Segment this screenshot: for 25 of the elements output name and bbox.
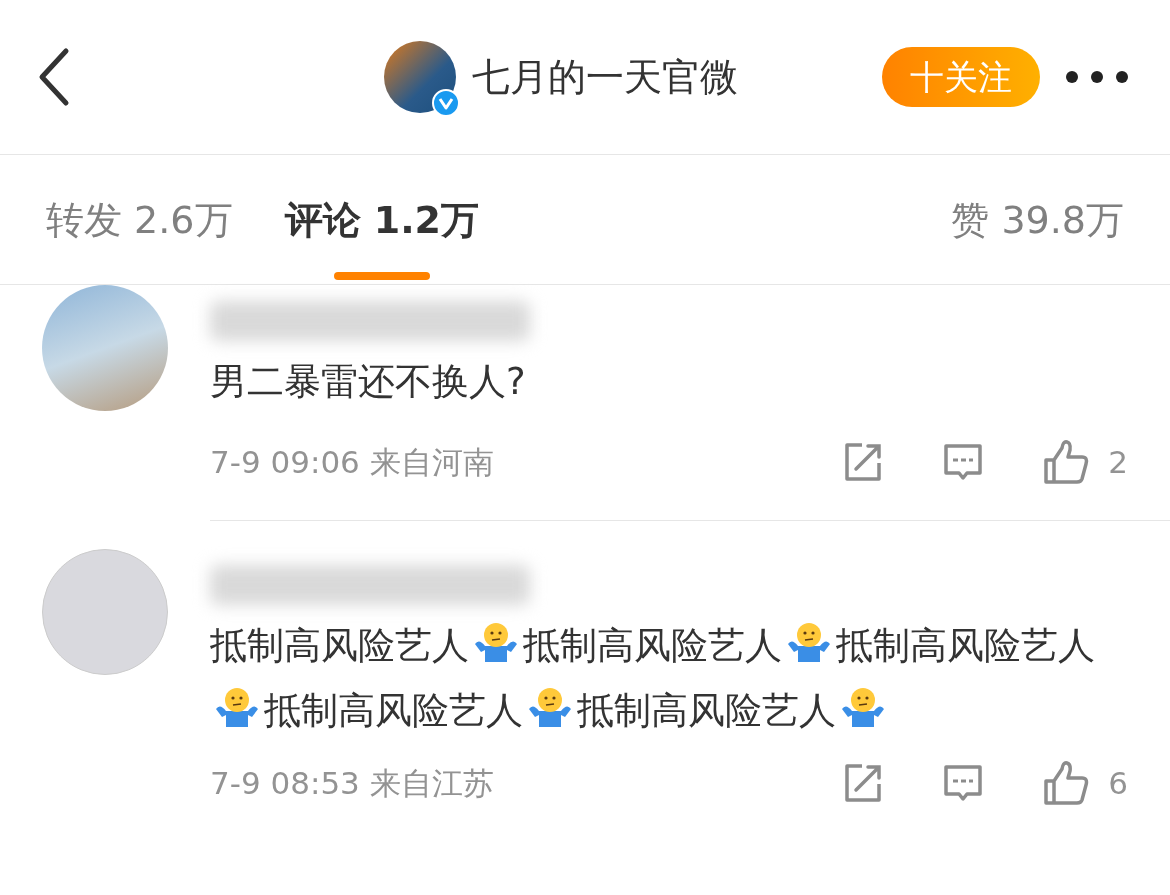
tab[interactable]: 转发 2.6万 <box>46 155 233 284</box>
thumbs-up-icon[interactable] <box>1042 759 1091 807</box>
like-count: 2 <box>1108 442 1128 482</box>
shrug-emoji-icon <box>840 687 886 727</box>
comment-text: 男二暴雷还不换人? <box>210 360 526 403</box>
shrug-emoji-icon <box>527 687 573 727</box>
comment-icon[interactable] <box>942 762 985 804</box>
account-name: 七月的一天官微 <box>472 53 738 101</box>
comment-text: 抵制高风险艺人 <box>577 689 836 732</box>
tab[interactable]: 评论 1.2万 <box>284 155 480 284</box>
comment-text: 抵制高风险艺人 <box>264 689 523 732</box>
comment-text: 抵制高风险艺人 <box>523 624 782 667</box>
comment-text: 抵制高风险艺人 <box>836 624 1095 667</box>
like-count: 6 <box>1108 763 1128 803</box>
shrug-emoji-icon <box>214 687 260 727</box>
follow-button[interactable]: 十关注 <box>882 46 1040 108</box>
comment-time-location: 7-9 09:06 来自河南 <box>210 442 494 482</box>
more-icon[interactable] <box>1064 69 1130 85</box>
comment-text: 抵制高风险艺人 <box>210 624 469 667</box>
tab[interactable]: 赞 39.8万 <box>951 155 1124 284</box>
comment-time-location: 7-9 08:53 来自江苏 <box>210 763 494 803</box>
shrug-emoji-icon <box>786 622 832 662</box>
shrug-emoji-icon <box>473 622 519 662</box>
thumbs-up-icon[interactable] <box>1042 438 1091 486</box>
comment-icon[interactable] <box>942 441 985 483</box>
